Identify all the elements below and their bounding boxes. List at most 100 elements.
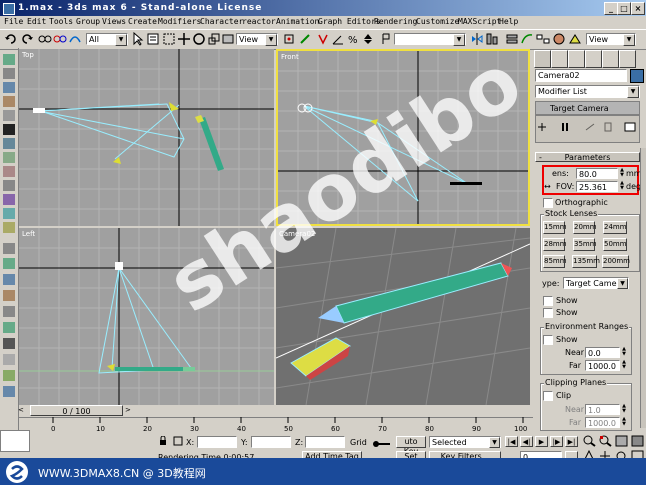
lens-20mm-button[interactable]: 20mm xyxy=(573,221,597,234)
edit-named-selection-icon[interactable] xyxy=(379,32,393,46)
env-far-spinner[interactable]: ▲ ▼ xyxy=(621,360,627,371)
modify-tab-icon[interactable] xyxy=(551,50,568,68)
tool-icon[interactable] xyxy=(3,208,15,219)
lens-spinner[interactable]: ▲ ▼ xyxy=(619,168,625,179)
next-frame-icon[interactable]: |▶ xyxy=(550,436,563,447)
tool-icon[interactable] xyxy=(3,290,15,301)
utilities-tab-icon[interactable] xyxy=(619,50,636,68)
create-tab-icon[interactable] xyxy=(534,50,551,68)
prev-frame-icon[interactable]: ◀| xyxy=(520,436,533,447)
tool-icon[interactable] xyxy=(3,110,15,121)
tool-icon[interactable] xyxy=(3,386,15,397)
layer-manager-icon[interactable] xyxy=(505,32,519,46)
select-rotate-icon[interactable] xyxy=(192,32,206,46)
tool-icon[interactable] xyxy=(3,138,15,149)
x-coordinate-field[interactable] xyxy=(197,436,237,448)
snap-toggle-icon[interactable] xyxy=(316,32,330,46)
tool-icon[interactable] xyxy=(3,306,15,317)
menu-group[interactable]: Group xyxy=(76,17,100,26)
z-coordinate-field[interactable] xyxy=(305,436,345,448)
make-unique-icon[interactable] xyxy=(584,122,596,132)
select-link-icon[interactable] xyxy=(38,32,52,46)
panel-scrollbar[interactable] xyxy=(640,148,646,428)
menu-maxscript[interactable]: MAXScript xyxy=(458,17,501,26)
display-tab-icon[interactable] xyxy=(602,50,619,68)
maxscript-listener[interactable] xyxy=(0,430,30,452)
tool-icon[interactable] xyxy=(3,222,15,233)
menu-rendering[interactable]: Rendering xyxy=(374,17,417,26)
tool-icon[interactable] xyxy=(3,274,15,285)
percent-snap-icon[interactable]: % xyxy=(346,32,360,46)
redo-icon[interactable] xyxy=(20,32,34,46)
spinner-snap-icon[interactable] xyxy=(361,32,375,46)
tool-icon[interactable] xyxy=(3,322,15,333)
angle-snap-icon[interactable] xyxy=(331,32,345,46)
env-near-field[interactable]: 0.0 xyxy=(585,347,620,358)
menu-help[interactable]: Help xyxy=(499,17,518,26)
select-move-icon[interactable] xyxy=(177,32,191,46)
env-show-checkbox[interactable] xyxy=(543,335,553,345)
configure-sets-icon[interactable] xyxy=(624,122,636,132)
zoom-extents-icon[interactable] xyxy=(615,435,628,447)
tool-icon[interactable] xyxy=(3,180,15,191)
menu-create[interactable]: Create xyxy=(128,17,157,26)
remove-modifier-icon[interactable] xyxy=(602,122,614,132)
selection-set-dropdown[interactable]: Selected ▼ xyxy=(429,436,501,448)
modifier-stack-item[interactable]: Target Camera xyxy=(535,101,640,115)
menu-customize[interactable]: Customize xyxy=(416,17,459,26)
select-scale-icon[interactable] xyxy=(207,32,221,46)
show-cone-checkbox[interactable] xyxy=(543,296,553,306)
bind-space-warp-icon[interactable] xyxy=(68,32,82,46)
pivot-center-icon[interactable] xyxy=(282,32,296,46)
tool-icon[interactable] xyxy=(3,354,15,365)
select-and-manipulate-icon[interactable] xyxy=(298,32,312,46)
lens-28mm-button[interactable]: 28mm xyxy=(543,238,567,251)
env-near-spinner[interactable]: ▲ ▼ xyxy=(621,347,627,358)
absolute-mode-icon[interactable] xyxy=(173,436,183,446)
close-button[interactable]: × xyxy=(631,2,645,15)
tool-icon[interactable] xyxy=(3,68,15,79)
tool-icon[interactable] xyxy=(3,166,15,177)
menu-graph-editors[interactable]: Graph Editors xyxy=(318,17,381,26)
zoom-icon[interactable] xyxy=(583,435,596,447)
pin-stack-icon[interactable] xyxy=(536,122,548,132)
select-by-name-icon[interactable] xyxy=(146,32,160,46)
tool-icon[interactable] xyxy=(3,338,15,349)
named-selection-dropdown[interactable]: ▼ xyxy=(394,33,466,46)
clip-near-field[interactable]: 1.0 xyxy=(585,404,620,415)
tool-icon[interactable] xyxy=(3,243,15,254)
viewport-label[interactable]: Front xyxy=(281,53,299,61)
motion-tab-icon[interactable] xyxy=(585,50,602,68)
camera-type-dropdown[interactable]: Target Camer ▼ xyxy=(563,277,629,289)
clip-far-spinner[interactable]: ▲ ▼ xyxy=(621,417,627,428)
hierarchy-tab-icon[interactable] xyxy=(568,50,585,68)
time-slider[interactable]: 0 / 100 xyxy=(30,405,123,416)
time-slider-next-icon[interactable]: > xyxy=(125,406,135,415)
menu-tools[interactable]: Tools xyxy=(49,17,73,26)
material-editor-icon[interactable] xyxy=(552,32,566,46)
show-end-result-icon[interactable] xyxy=(560,122,572,132)
zoom-extents-all-icon[interactable] xyxy=(631,435,644,447)
time-slider-prev-icon[interactable]: < xyxy=(18,406,28,415)
auto-key-button[interactable]: uto Key xyxy=(396,436,426,456)
tool-icon[interactable] xyxy=(3,54,15,65)
fov-spinner[interactable]: ▲ ▼ xyxy=(619,181,625,192)
minimize-button[interactable]: _ xyxy=(604,2,618,15)
menu-modifiers[interactable]: Modifiers xyxy=(158,17,201,26)
select-squash-icon[interactable] xyxy=(221,32,235,46)
render-type-dropdown[interactable]: View ▼ xyxy=(586,33,636,46)
env-far-field[interactable]: 1000.0 xyxy=(585,360,620,371)
menu-animation[interactable]: Animation xyxy=(276,17,319,26)
menu-file[interactable]: File xyxy=(4,17,23,26)
lens-24mm-button[interactable]: 24mm xyxy=(603,221,627,234)
lens-15mm-button[interactable]: 15mm xyxy=(543,221,567,234)
tool-icon[interactable] xyxy=(3,82,15,93)
modifier-list-dropdown[interactable]: Modifier List ▼ xyxy=(535,85,640,98)
orthographic-checkbox[interactable] xyxy=(543,198,553,208)
clip-near-spinner[interactable]: ▲ ▼ xyxy=(621,404,627,415)
tool-icon[interactable] xyxy=(3,152,15,163)
menu-views[interactable]: Views xyxy=(102,17,126,26)
goto-end-icon[interactable]: ▶| xyxy=(565,436,578,447)
schematic-view-icon[interactable] xyxy=(536,32,550,46)
maximize-button[interactable]: □ xyxy=(617,2,631,15)
